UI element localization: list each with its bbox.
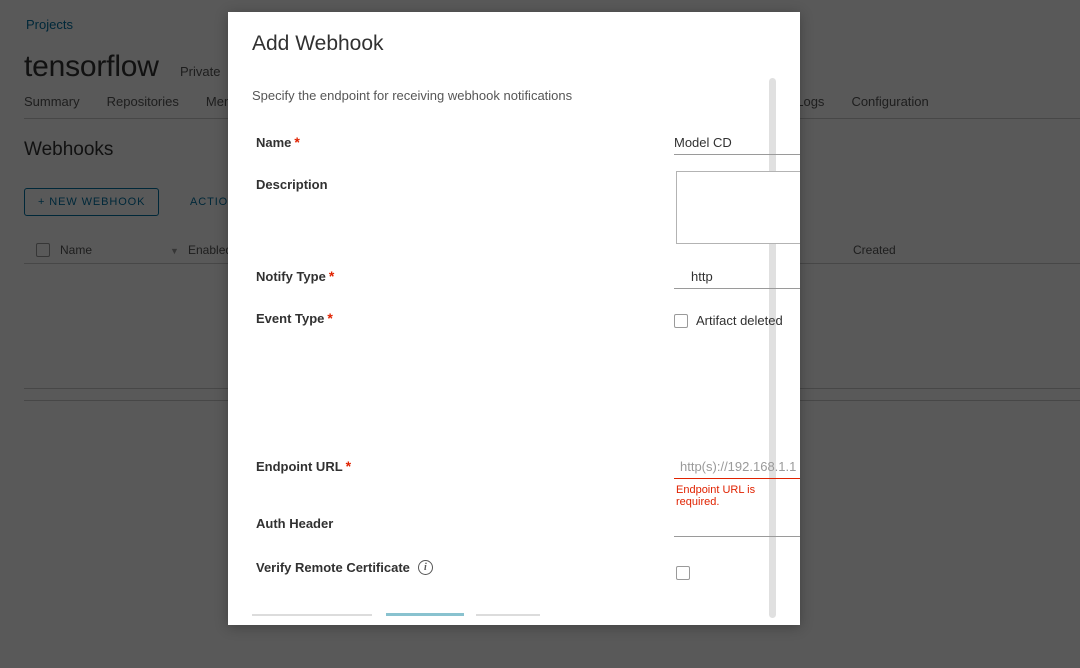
event-type-label: Event Type *: [256, 310, 333, 326]
add-webhook-dialog: Add Webhook Specify the endpoint for rec…: [228, 12, 800, 625]
description-textarea[interactable]: [676, 171, 800, 244]
dialog-scrollbar-thumb[interactable]: [769, 78, 776, 618]
footer-control-left[interactable]: [252, 614, 372, 616]
endpoint-url-required-marker: *: [345, 458, 352, 474]
auth-header-label: Auth Header: [256, 516, 334, 531]
checkbox-artifact-deleted[interactable]: [674, 313, 688, 328]
footer-control-active[interactable]: [386, 613, 464, 616]
name-input[interactable]: Model CD: [674, 130, 800, 155]
event-type-required-marker: *: [327, 310, 333, 326]
endpoint-url-input[interactable]: http(s)://192.168.1.1: [674, 454, 800, 479]
notify-type-select[interactable]: http: [674, 264, 800, 289]
footer-control-right[interactable]: [476, 614, 540, 616]
dialog-description: Specify the endpoint for receiving webho…: [252, 88, 573, 103]
notify-type-label: Notify Type *: [256, 268, 335, 284]
endpoint-url-error-message: Endpoint URL is required.: [676, 484, 756, 508]
name-label: Name *: [256, 134, 300, 150]
auth-header-input[interactable]: [674, 512, 800, 537]
name-required-marker: *: [294, 134, 300, 150]
dialog-body: Specify the endpoint for receiving webho…: [228, 74, 800, 625]
description-label: Description: [256, 177, 328, 192]
event-type-checkbox-group: Artifact deleted Artifact pushed Chart d…: [674, 310, 800, 331]
info-circle-icon[interactable]: i: [417, 560, 433, 575]
name-input-value: Model CD: [674, 134, 732, 150]
endpoint-url-label: Endpoint URL *: [256, 458, 352, 474]
list-item[interactable]: Artifact deleted: [674, 310, 800, 331]
verify-remote-certificate-label: Verify Remote Certificate i: [256, 560, 433, 575]
verify-remote-certificate-checkbox[interactable]: [676, 566, 690, 580]
endpoint-url-placeholder: http(s)://192.168.1.1: [680, 458, 797, 474]
notify-type-required-marker: *: [328, 268, 335, 284]
dialog-title: Add Webhook: [252, 32, 384, 55]
notify-type-value: http: [691, 268, 713, 284]
